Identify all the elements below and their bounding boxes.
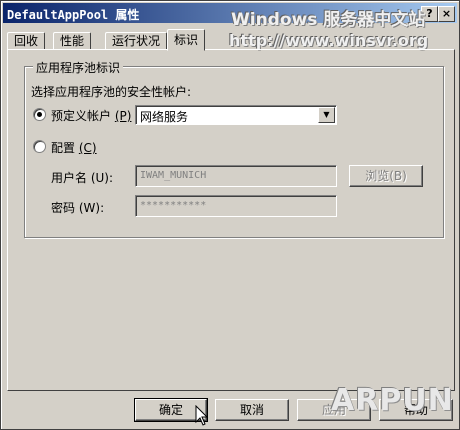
password-label: 密码 (W):: [51, 201, 105, 215]
corner-watermark: ARPUN: [331, 383, 454, 418]
account-prompt: 选择应用程序池的安全性帐户:: [31, 85, 192, 99]
tab-recycling[interactable]: 回收: [7, 32, 46, 50]
dropdown-arrow-icon[interactable]: ▼: [318, 107, 335, 123]
tab-performance[interactable]: 性能: [53, 32, 92, 50]
cancel-button[interactable]: 取消: [215, 399, 289, 421]
predefined-label: 预定义帐户 (P): [51, 109, 132, 123]
browse-button[interactable]: 浏览(B): [349, 165, 423, 187]
watermark-url: http://www.winsvr.org: [229, 31, 429, 50]
identity-group: 应用程序池标识 选择应用程序池的安全性帐户: 预定义帐户 (P) 网络服务 ▼ …: [24, 59, 444, 238]
window-title: DefaultAppPool 属性: [7, 8, 140, 22]
group-legend: 应用程序池标识: [33, 59, 124, 76]
configure-radio[interactable]: [33, 140, 46, 153]
predefined-account-value: 网络服务: [140, 110, 189, 124]
mouse-cursor-icon: [195, 405, 209, 426]
tab-health[interactable]: 运行状况: [105, 32, 168, 50]
tab-panel-identity: 应用程序池标识 选择应用程序池的安全性帐户: 预定义帐户 (P) 网络服务 ▼ …: [7, 49, 455, 391]
close-button[interactable]: ×: [438, 6, 455, 22]
configure-label: 配置 (C): [51, 141, 97, 155]
tab-identity[interactable]: 标识: [167, 29, 206, 51]
username-label: 用户名 (U):: [51, 171, 114, 185]
predefined-account-select[interactable]: 网络服务 ▼: [135, 105, 337, 125]
username-input[interactable]: IWAM_MUNICH: [135, 165, 337, 187]
properties-dialog: DefaultAppPool 属性 ? × Windows 服务器中文站 htt…: [0, 0, 460, 430]
predefined-radio[interactable]: [33, 108, 46, 121]
watermark-text: Windows 服务器中文站: [231, 10, 426, 30]
password-input[interactable]: ***********: [135, 195, 337, 217]
